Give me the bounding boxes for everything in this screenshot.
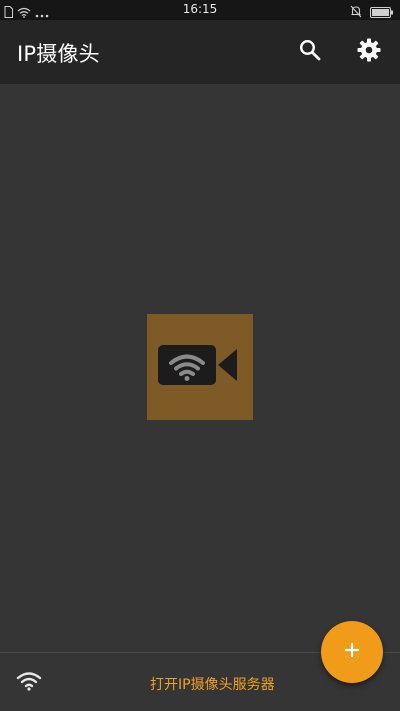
search-icon	[299, 39, 321, 65]
app-logo	[147, 314, 253, 420]
status-time: 16:15	[182, 2, 218, 16]
wifi-icon	[16, 671, 42, 695]
app-title: IP摄像头	[17, 42, 100, 66]
settings-button[interactable]	[351, 34, 387, 70]
plus-icon	[344, 642, 360, 662]
settings-icon	[357, 38, 381, 66]
add-button[interactable]	[321, 621, 383, 683]
camera-wifi-icon	[157, 341, 243, 393]
start-server-button[interactable]: 打开IP摄像头服务器	[150, 674, 275, 694]
status-bar: 16:15	[0, 0, 400, 20]
search-button[interactable]	[292, 34, 328, 70]
app-bar: IP摄像头	[0, 20, 400, 84]
main-content	[0, 84, 400, 652]
